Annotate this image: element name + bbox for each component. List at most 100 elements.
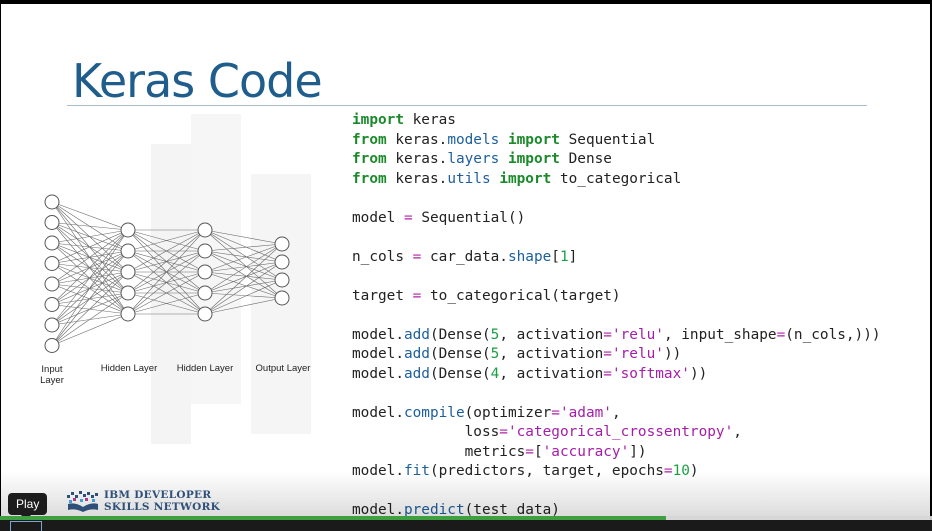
network-node (197, 264, 213, 280)
code-line: import keras (352, 111, 881, 131)
code-token: metrics (352, 443, 526, 460)
code-token: , activation (499, 346, 604, 362)
code-token: car_data. (421, 248, 508, 265)
code-token: Dense (559, 151, 612, 167)
code-token: )) (663, 346, 682, 362)
code-token: 'relu' (611, 346, 664, 362)
code-token: utils (447, 170, 491, 187)
code-line: model.add(Dense(5, activation='relu')) (352, 345, 881, 365)
network-connection (51, 271, 129, 346)
code-line: model.fit(predictors, target, epochs=10) (352, 462, 881, 482)
code-token: to_categorical (551, 170, 682, 187)
code-token: )) (689, 365, 708, 382)
code-token: = (603, 326, 612, 343)
code-token: from (352, 131, 387, 148)
code-token: to_categorical(target) (421, 287, 621, 304)
network-node (44, 276, 60, 292)
slide-frame: Keras Code Input Layer Hidden Layer Hidd… (1, 4, 930, 531)
code-token: model. (352, 463, 404, 479)
input-layer-label: Input Layer (40, 364, 64, 386)
code-token: (optimizer (464, 404, 552, 421)
network-node (274, 254, 290, 270)
code-token: 'categorical_crossentropy' (507, 424, 734, 440)
code-token: [ (533, 443, 543, 460)
code-line: from keras.utils import to_categorical (352, 170, 881, 190)
code-token: ) (689, 463, 699, 479)
code-token: , input_shape (663, 326, 777, 343)
code-line: model.add(Dense(5, activation='relu', in… (352, 326, 881, 346)
network-node (197, 243, 213, 259)
code-token: (Dense( (429, 365, 491, 382)
network-node (120, 243, 136, 259)
code-token: = (603, 346, 612, 362)
code-token: (Dense( (429, 326, 491, 343)
code-token: = (603, 365, 612, 382)
network-connection (204, 261, 283, 273)
hidden-layer-1-label: Hidden Layer (100, 363, 158, 374)
network-connection (204, 243, 283, 294)
network-node (120, 285, 136, 301)
code-token: layers (447, 151, 500, 167)
network-connection (204, 229, 283, 245)
code-token: keras. (386, 131, 448, 148)
code-token: from (352, 151, 387, 167)
play-button[interactable] (10, 521, 42, 531)
network-connection (204, 229, 283, 281)
network-node (197, 306, 213, 322)
network-node (197, 285, 213, 301)
code-token: (predictors, target, epochs (429, 463, 664, 479)
code-token: shape (507, 248, 552, 265)
code-block: import keras from keras.models import Seq… (352, 111, 881, 521)
code-token: 4 (490, 365, 500, 382)
code-token: model (352, 209, 404, 226)
code-token: import (507, 131, 560, 148)
code-token: model. (352, 326, 404, 343)
code-line: loss='categorical_crossentropy', (352, 423, 881, 443)
network-connection (204, 243, 283, 252)
code-token: import (507, 151, 560, 167)
code-token: add (403, 365, 430, 382)
code-token: = (525, 443, 534, 460)
logo-line-2: SKILLS NETWORK (104, 501, 221, 513)
code-token: 'relu' (611, 326, 664, 343)
code-token: compile (403, 404, 465, 421)
network-node (120, 306, 136, 322)
code-token: , (611, 404, 621, 421)
code-token: = (776, 326, 786, 343)
code-token: Sequential (559, 131, 656, 148)
network-node (120, 264, 136, 280)
code-token: 5 (490, 326, 500, 343)
code-line: n_cols = car_data.shape[1] (352, 248, 881, 268)
code-token: model. (352, 346, 404, 362)
neural-network-diagram (34, 190, 324, 365)
network-node (44, 235, 60, 251)
code-token: from (352, 170, 387, 187)
network-connection (204, 229, 283, 263)
network-node (44, 194, 60, 210)
code-token: , activation (499, 365, 604, 382)
network-connection (51, 292, 129, 346)
network-connection (51, 222, 129, 231)
code-token: add (403, 326, 430, 343)
code-token: ] (568, 248, 578, 265)
code-token: loss (352, 424, 500, 440)
code-line: from keras.layers import Dense (352, 150, 881, 170)
play-tooltip: Play (8, 493, 48, 520)
code-token: import (499, 170, 552, 187)
code-token: 'softmax' (611, 365, 690, 382)
code-line: target = to_categorical(target) (352, 287, 881, 307)
code-token: = (499, 424, 508, 440)
logo-icon (67, 491, 98, 512)
code-token: (Dense( (429, 346, 491, 362)
network-node (274, 290, 290, 306)
player-controls-bar (0, 520, 932, 531)
